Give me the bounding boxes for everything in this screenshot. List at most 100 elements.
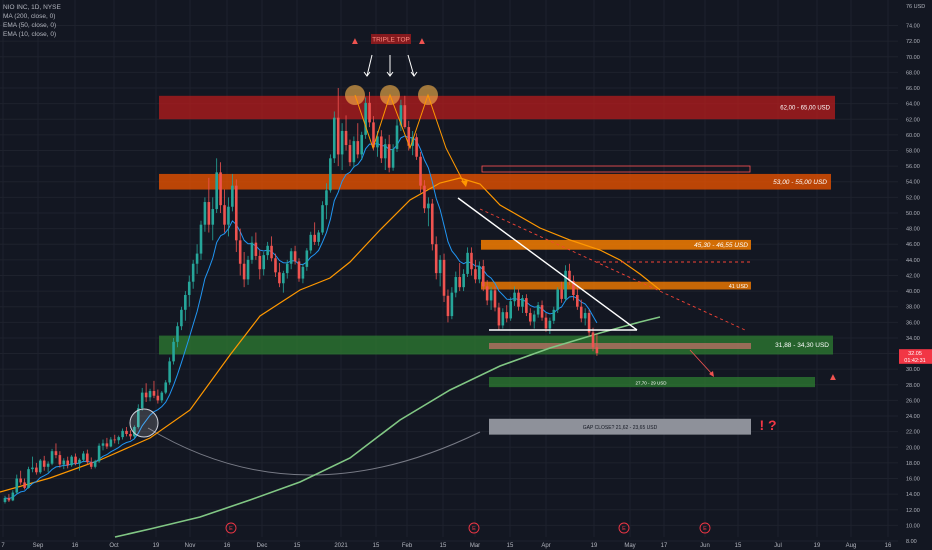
price-tick-label: 70.00 xyxy=(906,55,920,61)
candle-body xyxy=(313,234,316,242)
resistance-zone-62-65 xyxy=(159,95,835,120)
price-tick-label: 40.00 xyxy=(906,289,920,295)
candle-body xyxy=(109,439,113,447)
candle-body xyxy=(521,298,524,307)
candle-body xyxy=(474,269,477,280)
time-tick-label: 16 xyxy=(72,543,79,549)
ma200-legend[interactable]: MA (200, close, 0) xyxy=(3,12,61,21)
candle-body xyxy=(329,158,332,191)
candle-body xyxy=(576,294,579,307)
earnings-marker-label: E xyxy=(472,526,476,532)
price-tick-label: 58.00 xyxy=(906,149,920,155)
price-tick-label: 22.00 xyxy=(906,430,920,436)
candle-body xyxy=(184,294,187,310)
candle-body xyxy=(548,320,552,329)
time-tick-label: Nov xyxy=(185,543,196,549)
time-tick-label: 16 xyxy=(885,543,892,549)
candle-body xyxy=(191,263,195,282)
warning-icon: ▲ xyxy=(417,36,427,47)
price-tick-label: 36.00 xyxy=(906,320,920,326)
candle-body xyxy=(58,455,62,465)
price-axis-unit: 76 USD xyxy=(906,4,925,10)
candle-body xyxy=(423,185,426,209)
price-chart[interactable]: 74.00 72.00 70.00 68.00 66.00 64.00 62.00 60.00… xyxy=(0,0,932,550)
candle-body xyxy=(481,266,485,287)
candle-body xyxy=(11,492,15,501)
candle-body xyxy=(509,301,512,319)
price-tick-label: 50.00 xyxy=(906,211,920,217)
candle-body xyxy=(332,117,336,159)
candle-body xyxy=(391,148,395,168)
candle-body xyxy=(356,141,360,155)
candle-body xyxy=(446,295,450,317)
candle-body xyxy=(309,234,313,251)
candle-body xyxy=(93,461,97,467)
earnings-marker-label: E xyxy=(703,526,707,532)
candle-body xyxy=(403,105,407,128)
chart-legend: NIO INC, 1D, NYSE MA (200, close, 0) EMA… xyxy=(3,3,61,39)
candle-body xyxy=(427,203,430,209)
support-zone-27-29-label: 27,70 - 29 USD xyxy=(635,380,667,385)
price-tick-label: 18.00 xyxy=(906,461,920,467)
candle-body xyxy=(148,391,152,398)
time-tick-label: Feb xyxy=(402,543,413,549)
candle-body xyxy=(591,332,595,348)
candle-body xyxy=(454,277,458,293)
time-tick-label: 19 xyxy=(591,543,598,549)
candle-body xyxy=(50,451,54,464)
candle-body xyxy=(297,261,301,279)
candle-body xyxy=(285,263,289,274)
price-tick-label: 48.00 xyxy=(906,227,920,233)
resistance-zone-41-label: 41 USD xyxy=(729,284,748,290)
candle-body xyxy=(97,445,101,462)
candle-body xyxy=(19,478,22,483)
symbol-info[interactable]: NIO INC, 1D, NYSE xyxy=(3,3,61,12)
time-tick-label: May xyxy=(624,543,635,549)
candle-body xyxy=(219,172,222,206)
time-tick-label: Oct xyxy=(109,543,119,549)
candle-body xyxy=(66,460,70,466)
candle-body xyxy=(89,462,93,467)
candle-body xyxy=(415,137,418,157)
candle-body xyxy=(86,453,89,463)
candle-body xyxy=(579,306,583,319)
candle-body xyxy=(301,266,305,279)
time-tick-label: Aug xyxy=(846,543,857,549)
candle-body xyxy=(215,172,218,210)
price-tick-label: 54.00 xyxy=(906,180,920,186)
candle-body xyxy=(250,242,254,260)
price-tick-label: 26.00 xyxy=(906,398,920,404)
time-tick-label: 16 xyxy=(224,543,231,549)
candle-body xyxy=(3,498,7,502)
price-tick-label: 64.00 xyxy=(906,102,920,108)
candle-body xyxy=(344,130,348,146)
candle-body xyxy=(485,286,489,301)
time-tick-label: 2021 xyxy=(334,543,348,549)
candle-body xyxy=(117,437,120,441)
ema50-legend[interactable]: EMA (50, close, 0) xyxy=(3,21,61,30)
candle-body xyxy=(105,443,109,447)
breakdown-zone xyxy=(489,343,751,349)
resistance-zone-41 xyxy=(481,281,751,290)
support-zone-31-34-label: 31,88 - 34,30 USD xyxy=(775,342,829,349)
time-tick-label: Dec xyxy=(257,543,268,549)
price-tick-label: 60.00 xyxy=(906,133,920,139)
candle-body xyxy=(497,307,501,326)
candle-body xyxy=(266,245,269,256)
price-tick-label: 34.00 xyxy=(906,336,920,342)
price-tick-label: 62.00 xyxy=(906,117,920,123)
candle-body xyxy=(187,281,191,295)
candle-body xyxy=(38,460,42,473)
price-tick-label: 16.00 xyxy=(906,477,920,483)
resistance-zone-62-65-label: 62,00 - 65,00 USD xyxy=(780,106,830,112)
earnings-marker-label: E xyxy=(229,526,233,532)
candle-body xyxy=(7,498,11,501)
time-tick-label: Apr xyxy=(541,543,550,549)
candle-body xyxy=(595,347,599,354)
ema10-legend[interactable]: EMA (10, close, 0) xyxy=(3,30,61,39)
candle-body xyxy=(368,102,371,123)
candle-body xyxy=(540,305,544,318)
pivot-circle xyxy=(129,408,159,438)
candle-body xyxy=(101,443,105,446)
candle-body xyxy=(564,270,567,299)
